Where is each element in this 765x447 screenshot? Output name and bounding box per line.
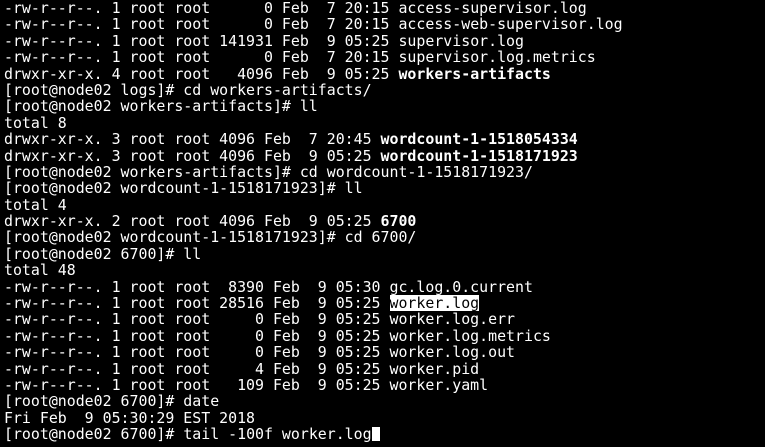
file-name: worker.log.err bbox=[389, 311, 516, 328]
line-text: total 8 bbox=[4, 114, 67, 132]
terminal-line: Fri Feb 9 05:30:29 EST 2018 bbox=[4, 410, 765, 426]
directory-name: wordcount-1-1518171923 bbox=[380, 147, 578, 164]
directory-name: 6700 bbox=[380, 213, 417, 230]
line-text: -rw-r--r--. 1 root root 0 Feb 7 20:15 bbox=[4, 16, 399, 33]
line-text: [root@node02 workers-artifacts]# cd word… bbox=[4, 163, 533, 181]
line-text: -rw-r--r--. 1 root root 4 Feb 9 05:25 bbox=[4, 360, 390, 377]
line-text: -rw-r--r--. 1 root root 0 Feb 9 05:25 bbox=[4, 327, 390, 345]
terminal-line: [root@node02 workers-artifacts]# cd word… bbox=[4, 164, 765, 180]
command-input[interactable]: tail -100f worker.log bbox=[183, 426, 371, 442]
file-name: access-supervisor.log bbox=[398, 0, 587, 17]
terminal-line: [root@node02 logs]# cd workers-artifacts… bbox=[4, 82, 765, 98]
terminal-line: -rw-r--r--. 1 root root 0 Feb 9 05:25 wo… bbox=[4, 344, 765, 360]
line-text: -rw-r--r--. 1 root root 0 Feb 7 20:15 bbox=[4, 49, 399, 66]
line-text: [root@node02 logs]# cd workers-artifacts… bbox=[4, 81, 372, 99]
line-text: [root@node02 workers-artifacts]# ll bbox=[4, 98, 318, 115]
line-text: -rw-r--r--. 1 root root 109 Feb 9 05:25 bbox=[4, 376, 390, 394]
file-name: worker.yaml bbox=[389, 376, 489, 394]
line-text: [root@node02 6700]# date bbox=[4, 393, 220, 410]
file-name: access-web-supervisor.log bbox=[398, 16, 623, 33]
command-line[interactable]: [root@node02 6700]# tail -100f worker.lo… bbox=[4, 426, 765, 442]
terminal-line: [root@node02 wordcount-1-1518171923]# cd… bbox=[4, 229, 765, 245]
line-text: [root@node02 wordcount-1-1518171923]# cd… bbox=[4, 229, 417, 246]
line-text: -rw-r--r--. 1 root root 0 Feb 9 05:25 bbox=[4, 344, 390, 361]
terminal-window[interactable]: -rw-r--r--. 1 root root 0 Feb 7 20:15 ac… bbox=[0, 0, 765, 447]
terminal-line: drwxr-xr-x. 3 root root 4096 Feb 7 20:45… bbox=[4, 131, 765, 147]
terminal-line: -rw-r--r--. 1 root root 0 Feb 9 05:25 wo… bbox=[4, 311, 765, 327]
terminal-line: total 8 bbox=[4, 115, 765, 131]
line-text: Fri Feb 9 05:30:29 EST 2018 bbox=[4, 409, 256, 427]
terminal-line: -rw-r--r--. 1 root root 0 Feb 7 20:15 su… bbox=[4, 49, 765, 65]
terminal-line: -rw-r--r--. 1 root root 0 Feb 7 20:15 ac… bbox=[4, 16, 765, 32]
text-cursor bbox=[371, 427, 380, 442]
terminal-line: [root@node02 workers-artifacts]# ll bbox=[4, 98, 765, 114]
terminal-line: -rw-r--r--. 1 root root 0 Feb 9 05:25 wo… bbox=[4, 328, 765, 344]
file-name: supervisor.log.metrics bbox=[398, 49, 596, 66]
terminal-line: total 4 bbox=[4, 197, 765, 213]
file-name: worker.log.metrics bbox=[389, 327, 551, 345]
terminal-line: drwxr-xr-x. 2 root root 4096 Feb 9 05:25… bbox=[4, 213, 765, 229]
shell-prompt: [root@node02 6700]# bbox=[4, 426, 184, 443]
line-text: -rw-r--r--. 1 root root 141931 Feb 9 05:… bbox=[4, 32, 399, 50]
file-name: worker.log bbox=[389, 295, 480, 312]
terminal-line: drwxr-xr-x. 3 root root 4096 Feb 9 05:25… bbox=[4, 148, 765, 164]
line-text: [root@node02 wordcount-1-1518171923]# ll bbox=[4, 180, 363, 197]
terminal-line: -rw-r--r--. 1 root root 28516 Feb 9 05:2… bbox=[4, 295, 765, 312]
terminal-line: -rw-r--r--. 1 root root 141931 Feb 9 05:… bbox=[4, 33, 765, 49]
line-text: -rw-r--r--. 1 root root 0 Feb 9 05:25 bbox=[4, 311, 390, 328]
line-text: -rw-r--r--. 1 root root 0 Feb 7 20:15 bbox=[4, 0, 399, 17]
line-text: drwxr-xr-x. 2 root root 4096 Feb 9 05:25 bbox=[4, 213, 381, 230]
line-text: total 4 bbox=[4, 196, 67, 214]
line-text: drwxr-xr-x. 3 root root 4096 Feb 7 20:45 bbox=[4, 131, 381, 148]
line-text: drwxr-xr-x. 3 root root 4096 Feb 9 05:25 bbox=[4, 147, 381, 164]
line-text: [root@node02 6700]# ll bbox=[4, 245, 202, 263]
terminal-line: -rw-r--r--. 1 root root 109 Feb 9 05:25 … bbox=[4, 377, 765, 393]
terminal-line: [root@node02 wordcount-1-1518171923]# ll bbox=[4, 180, 765, 196]
terminal-line: -rw-r--r--. 1 root root 0 Feb 7 20:15 ac… bbox=[4, 0, 765, 16]
line-text: drwxr-xr-x. 4 root root 4096 Feb 9 05:25 bbox=[4, 65, 399, 82]
terminal-line: drwxr-xr-x. 4 root root 4096 Feb 9 05:25… bbox=[4, 66, 765, 82]
file-name: worker.log.out bbox=[389, 344, 516, 361]
line-text: -rw-r--r--. 1 root root 28516 Feb 9 05:2… bbox=[4, 295, 390, 312]
terminal-line: -rw-r--r--. 1 root root 8390 Feb 9 05:30… bbox=[4, 279, 765, 295]
line-text: -rw-r--r--. 1 root root 8390 Feb 9 05:30 bbox=[4, 278, 390, 296]
file-name: worker.pid bbox=[389, 360, 480, 377]
terminal-output: -rw-r--r--. 1 root root 0 Feb 7 20:15 ac… bbox=[4, 0, 765, 426]
line-text: total 48 bbox=[4, 262, 76, 279]
terminal-line: [root@node02 6700]# date bbox=[4, 393, 765, 409]
directory-name: workers-artifacts bbox=[398, 65, 551, 82]
file-name: gc.log.0.current bbox=[389, 278, 533, 296]
directory-name: wordcount-1-1518054334 bbox=[380, 131, 578, 148]
terminal-line: total 48 bbox=[4, 262, 765, 278]
terminal-line: -rw-r--r--. 1 root root 4 Feb 9 05:25 wo… bbox=[4, 361, 765, 377]
terminal-line: [root@node02 6700]# ll bbox=[4, 246, 765, 262]
file-name: supervisor.log bbox=[398, 32, 524, 50]
